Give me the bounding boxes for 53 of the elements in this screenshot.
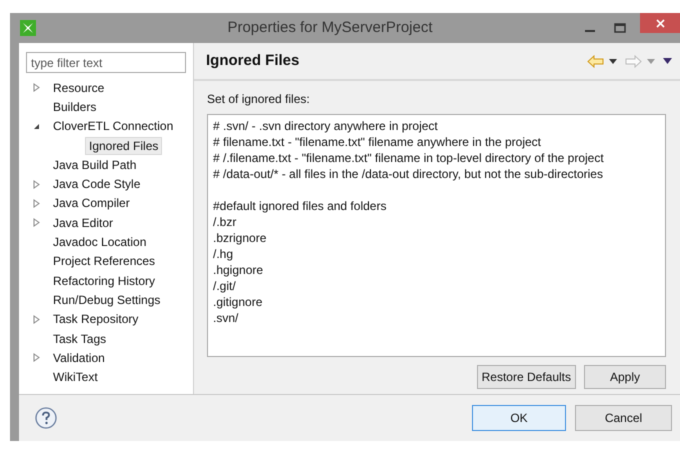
tree-item[interactable]: Run/Debug Settings — [51, 290, 162, 309]
field-label: Set of ignored files: — [207, 91, 311, 108]
close-icon — [656, 18, 664, 28]
close-button[interactable] — [640, 13, 680, 33]
page-button[interactable]: Restore Defaults — [476, 365, 576, 389]
text-line: /.git/ — [213, 278, 237, 294]
tree-item[interactable]: Builders — [51, 98, 98, 116]
view-menu-icon[interactable] — [663, 58, 672, 64]
text-line: .hgignore — [213, 262, 264, 278]
page-button[interactable]: Apply — [584, 365, 666, 389]
text-line: /.hg — [213, 246, 234, 262]
text-line: .gitignore — [213, 294, 264, 310]
tree-item[interactable]: WikiText — [51, 368, 100, 386]
dialog-button[interactable]: OK — [472, 405, 566, 431]
tree-item[interactable]: Resource — [51, 78, 106, 97]
window-title: Properties for MyServerProject — [226, 18, 434, 38]
text-line: # /data-out/* - all files in the /data-out directory, but not the sub-directories — [213, 166, 604, 182]
ignored-files-text-area[interactable] — [207, 114, 666, 357]
text-line: # filename.txt - "filename.txt" filename anywhere in the project — [213, 134, 542, 150]
tree-item[interactable]: Java Code Style — [51, 175, 142, 194]
text-line: .bzrignore — [213, 230, 268, 246]
text-line: #default ignored files and folders — [213, 198, 388, 214]
tree-item[interactable]: Task Tags — [51, 330, 108, 348]
maximize-icon[interactable] — [614, 23, 626, 33]
dialog-button[interactable]: Cancel — [575, 405, 672, 431]
tree-item[interactable]: Java Compiler — [51, 194, 132, 212]
collapse-arrow-icon[interactable] — [33, 122, 40, 130]
page-title: Ignored Files — [206, 50, 300, 71]
tree-item[interactable]: Javadoc Location — [51, 233, 148, 252]
tree-item[interactable]: Java Editor — [51, 214, 116, 232]
tree-item[interactable]: Java Build Path — [51, 156, 138, 174]
expand-arrow-icon[interactable] — [33, 180, 40, 189]
text-line: /.bzr — [213, 214, 238, 230]
expand-arrow-icon[interactable] — [33, 218, 40, 228]
app-logo-icon — [20, 20, 36, 36]
back-arrow-icon[interactable] — [587, 54, 604, 68]
tree-item[interactable]: Validation — [51, 348, 107, 367]
dropdown-caret-icon[interactable] — [609, 58, 617, 64]
forward-arrow-icon[interactable] — [625, 54, 642, 68]
text-line: # /.filename.txt - "filename.txt" filename in top-level directory of the project — [213, 150, 605, 166]
text-line: # .svn/ - .svn directory anywhere in project — [213, 118, 439, 134]
expand-arrow-icon[interactable] — [33, 314, 40, 324]
filter-field[interactable]: type filter text — [26, 52, 186, 73]
text-line: .svn/ — [213, 310, 240, 326]
help-icon[interactable] — [35, 407, 57, 429]
tree-item[interactable]: Refactoring History — [51, 272, 158, 290]
tree-item[interactable]: Task Repository — [51, 310, 140, 328]
tree-item[interactable]: Ignored Files — [85, 136, 162, 155]
expand-arrow-icon[interactable] — [33, 198, 40, 208]
expand-arrow-icon[interactable] — [33, 83, 40, 92]
expand-arrow-icon[interactable] — [33, 353, 40, 362]
tree-item[interactable]: Project References — [51, 252, 158, 270]
tree-item[interactable]: CloverETL Connection — [51, 117, 176, 136]
